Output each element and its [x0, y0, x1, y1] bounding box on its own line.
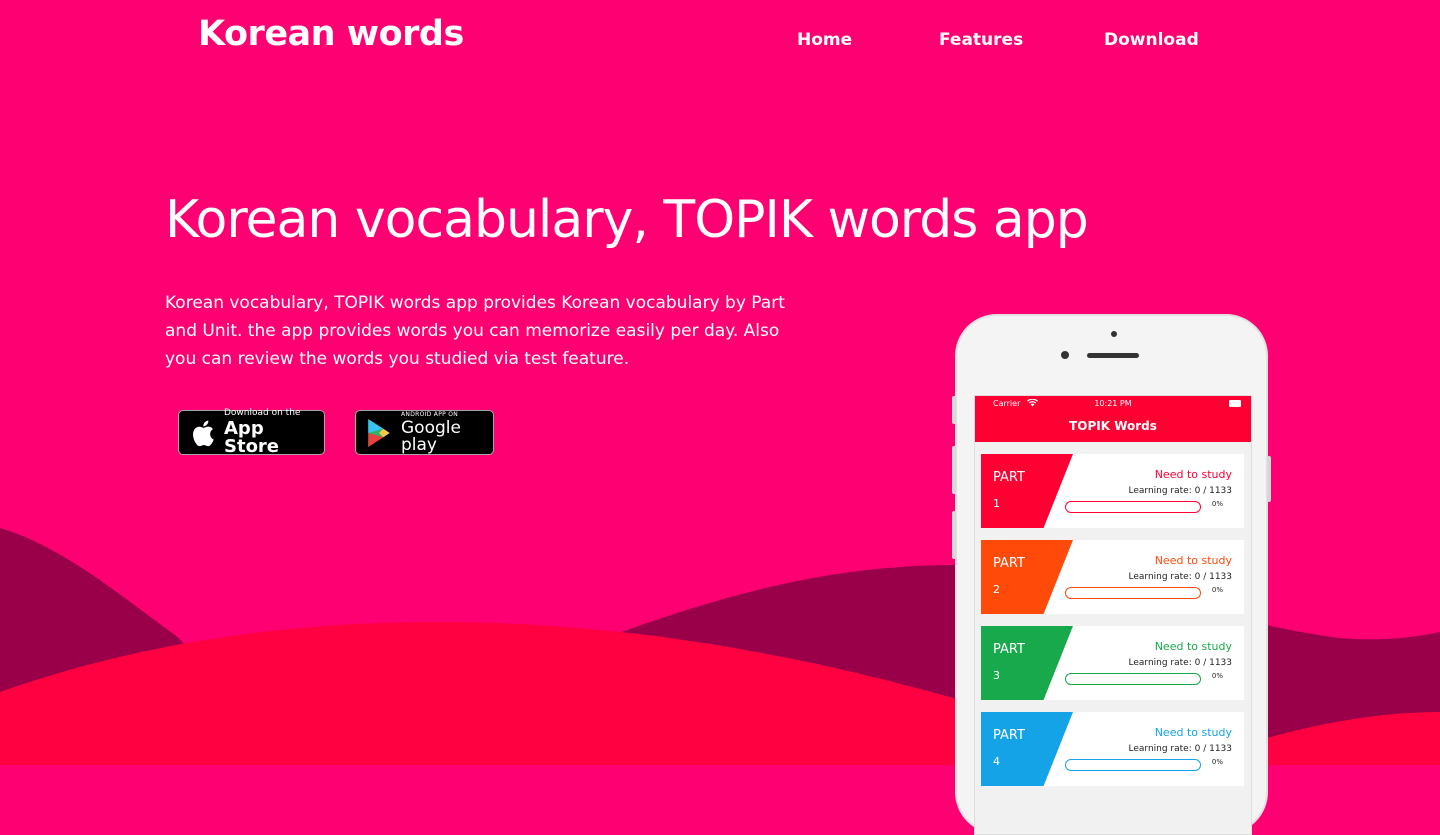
- part-label: PART: [993, 556, 1025, 571]
- part-status: Need to study: [1154, 554, 1232, 567]
- app-store-small-text: Download on the: [224, 408, 301, 418]
- part-number: 2: [993, 583, 1000, 596]
- part-tag: PART 3: [981, 626, 1073, 700]
- hero-description: Korean vocabulary, TOPIK words app provi…: [165, 293, 785, 369]
- part-card-2[interactable]: PART 2 Need to study Learning rate: 0 / 113…: [981, 540, 1244, 614]
- google-play-big-text: Google play: [401, 417, 461, 455]
- app-store-button[interactable]: Download on the App Store: [178, 408, 325, 457]
- phone-camera: [1111, 331, 1117, 337]
- battery-icon: [1229, 400, 1241, 407]
- part-status: Need to study: [1154, 640, 1232, 653]
- phone-screen: Carrier 10:21 PM TOPIK Words PART 1 Need t…: [974, 395, 1252, 835]
- part-label: PART: [993, 470, 1025, 485]
- nav-home[interactable]: Home: [797, 30, 852, 50]
- status-time: 10:21 PM: [1094, 399, 1132, 408]
- apple-icon: [193, 419, 214, 446]
- phone-side-button: [952, 396, 956, 424]
- app-title-bar: TOPIK Words: [975, 412, 1251, 442]
- phone-side-button: [952, 446, 956, 494]
- part-card-1[interactable]: PART 1 Need to study Learning rate: 0 / 113…: [981, 454, 1244, 528]
- part-learning-rate: Learning rate: 0 / 1133: [1128, 658, 1233, 668]
- nav-features[interactable]: Features: [939, 30, 1023, 50]
- phone-side-button: [952, 511, 956, 559]
- google-play-small-text: ANDROID APP ON: [401, 410, 459, 418]
- phone-mockup: Carrier 10:21 PM TOPIK Words PART 1 Need t…: [952, 314, 1271, 835]
- part-learning-rate: Learning rate: 0 / 1133: [1128, 486, 1233, 496]
- part-status: Need to study: [1154, 468, 1232, 481]
- part-label: PART: [993, 728, 1025, 743]
- part-card-3[interactable]: PART 3 Need to study Learning rate: 0 / 113…: [981, 626, 1244, 700]
- google-play-button[interactable]: ANDROID APP ON Google play: [355, 410, 494, 455]
- status-bar: Carrier 10:21 PM: [975, 396, 1251, 412]
- play-triangle-icon: [368, 418, 390, 447]
- part-learning-rate: Learning rate: 0 / 1133: [1128, 744, 1233, 754]
- part-percent: 0%: [1211, 672, 1223, 680]
- part-learning-rate: Learning rate: 0 / 1133: [1128, 572, 1233, 582]
- phone-side-button: [1267, 456, 1271, 502]
- part-number: 3: [993, 669, 1000, 682]
- part-tag: PART 4: [981, 712, 1073, 786]
- app-store-big-text: App Store: [224, 418, 280, 457]
- part-progress-bar: [1065, 673, 1201, 685]
- part-percent: 0%: [1211, 500, 1223, 508]
- part-status: Need to study: [1154, 726, 1232, 739]
- part-label: PART: [993, 642, 1025, 657]
- part-progress-bar: [1065, 587, 1201, 599]
- part-card-4[interactable]: PART 4 Need to study Learning rate: 0 / 113…: [981, 712, 1244, 786]
- nav-download[interactable]: Download: [1104, 30, 1199, 50]
- part-progress-bar: [1065, 501, 1201, 513]
- part-percent: 0%: [1211, 586, 1223, 594]
- hero-title: Korean vocabulary, TOPIK words app: [165, 190, 1089, 250]
- main-nav: Home Features Download: [0, 30, 1440, 54]
- phone-sensor: [1061, 351, 1069, 359]
- part-tag: PART 2: [981, 540, 1073, 614]
- part-progress-bar: [1065, 759, 1201, 771]
- part-number: 1: [993, 497, 1000, 510]
- part-number: 4: [993, 755, 1000, 768]
- phone-speaker: [1087, 353, 1139, 358]
- part-tag: PART 1: [981, 454, 1073, 528]
